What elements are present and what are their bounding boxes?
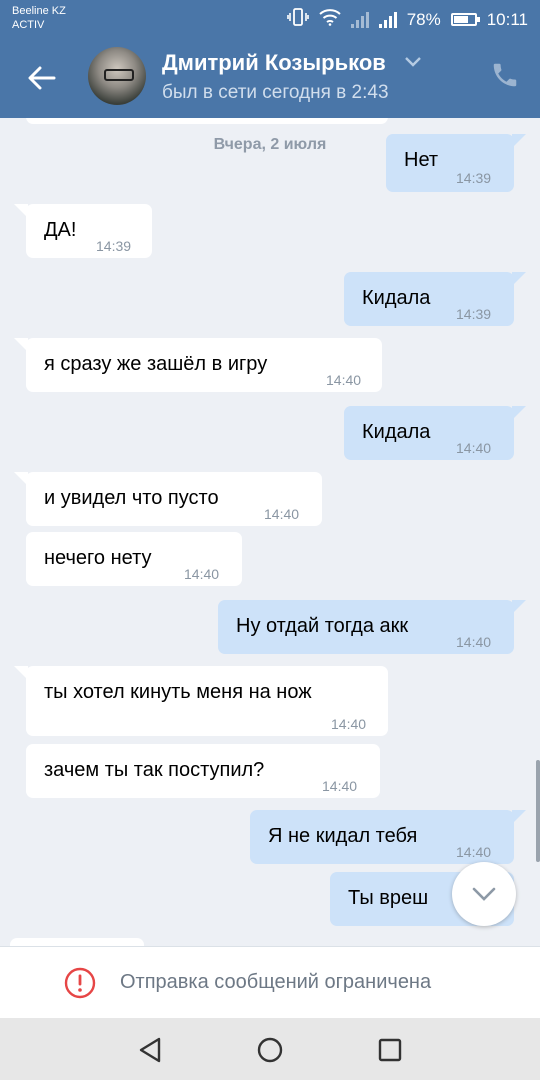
scroll-down-button[interactable] [452,862,516,926]
message-text: ты хотел кинуть меня на нож [44,681,312,703]
back-arrow-icon [28,66,56,90]
battery-icon [450,13,480,26]
contact-name[interactable]: Дмитрий Козырьков [162,50,386,76]
vibrate-icon [286,8,309,31]
message-outgoing[interactable]: Кидала 14:40 [344,406,526,460]
chat-header: Дмитрий Козырьков был в сети сегодня в 2… [0,36,540,118]
message-time: 14:40 [264,506,300,522]
nav-home-button[interactable] [252,1032,288,1068]
message-bubble-partial [10,938,144,946]
message-outgoing[interactable]: Ну отдай тогда акк 14:40 [218,600,526,654]
message-time: 14:40 [331,716,367,732]
nav-recents-button[interactable] [372,1032,408,1068]
message-outgoing[interactable]: Кидала 14:39 [344,272,526,326]
nav-back-button[interactable] [132,1032,168,1068]
restriction-text: Отправка сообщений ограничена [120,971,432,993]
message-time: 14:39 [96,238,132,254]
message-time: 14:39 [456,170,492,186]
message-text: нечего нету [44,547,152,569]
message-time: 14:40 [456,634,492,650]
message-text: ДА! [44,219,77,241]
message-text: и увидел что пусто [44,487,219,509]
message-time: 14:40 [326,372,362,388]
chevron-down-icon [472,887,496,901]
message-text: зачем ты так поступил? [44,759,265,781]
carrier-plan: ACTIV [12,19,45,31]
system-navigation-bar [0,1018,540,1080]
back-button[interactable] [20,56,64,100]
message-text: Кидала [362,421,431,443]
message-incoming[interactable]: зачем ты так поступил? 14:40 [26,744,380,798]
wifi-icon [319,8,341,31]
signal-icon-1 [350,11,369,28]
message-incoming[interactable]: ты хотел кинуть меня на нож 14:40 [14,666,388,736]
message-time: 14:40 [456,440,492,456]
message-incoming[interactable]: ДА! 14:39 [14,204,152,258]
avatar[interactable] [88,47,146,105]
battery-percent: 78% [406,9,441,29]
message-text: я сразу же зашёл в игру [44,353,268,375]
status-icons: 78% 10:11 [286,8,528,31]
message-bubble-partial [26,118,388,124]
circle-home-icon [257,1037,283,1063]
message-time: 14:39 [456,306,492,322]
message-incoming[interactable]: и увидел что пусто 14:40 [14,472,322,526]
message-text: Кидала [362,287,431,309]
square-recents-icon [378,1038,402,1062]
message-text: Ну отдай тогда акк [236,615,409,637]
battery-fill [453,16,468,23]
carrier: Beeline KZ ACTIV [12,4,66,32]
message-time: 14:40 [456,844,492,860]
status-bar: Beeline KZ ACTIV 78% 10:11 [0,0,540,36]
clock: 10:11 [486,9,528,29]
message-text: Я не кидал тебя [268,825,418,847]
message-text: Нет [404,149,439,171]
scrollbar[interactable] [536,760,540,862]
message-incoming[interactable]: я сразу же зашёл в игру 14:40 [14,338,382,392]
triangle-back-icon [139,1037,161,1063]
messaging-restricted-bar: Отправка сообщений ограничена [0,946,540,1018]
last-seen-status: был в сети сегодня в 2:43 [162,82,389,103]
phone-icon[interactable] [490,60,520,90]
message-incoming[interactable]: нечего нету 14:40 [26,532,242,586]
message-outgoing[interactable]: Нет 14:39 [386,134,526,192]
message-time: 14:40 [184,566,220,582]
carrier-name: Beeline KZ [12,5,66,17]
signal-icon-2 [378,11,397,28]
message-text: Ты вреш [348,887,429,909]
exclamation-circle-icon [64,967,96,999]
chevron-down-icon[interactable] [404,56,422,68]
message-list[interactable]: Вчера, 2 июля Нет 14:39 ДА! 14:39 Кидала… [0,118,540,946]
message-outgoing[interactable]: Я не кидал тебя 14:40 [250,810,526,864]
message-time: 14:40 [322,778,358,794]
